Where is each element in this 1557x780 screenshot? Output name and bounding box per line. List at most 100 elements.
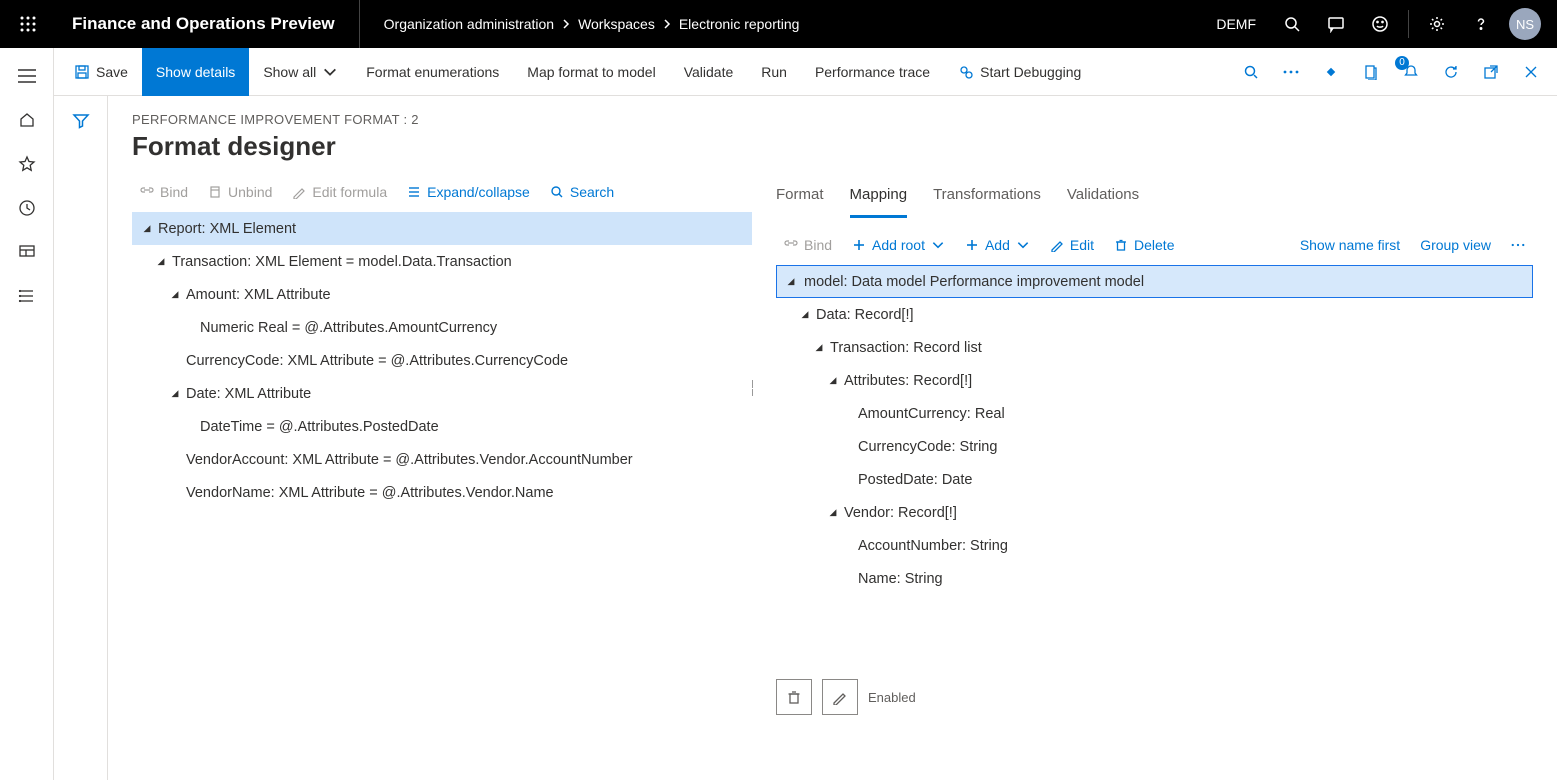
- breadcrumb-item[interactable]: Organization administration: [384, 16, 554, 32]
- chevron-right-icon: [560, 18, 572, 30]
- edit-bottom-button[interactable]: [822, 679, 858, 715]
- tree-row[interactable]: ◢Attributes: Record[!]: [776, 364, 1533, 397]
- tab-mapping[interactable]: Mapping: [850, 180, 908, 218]
- tree-row[interactable]: CurrencyCode: XML Attribute = @.Attribut…: [132, 344, 752, 377]
- main-area: Save Show details Show all Format enumer…: [54, 48, 1557, 780]
- hamburger-icon[interactable]: [3, 56, 51, 96]
- expand-icon[interactable]: ◢: [166, 388, 184, 399]
- breadcrumb: Organization administration Workspaces E…: [360, 16, 1205, 32]
- help-icon[interactable]: [1461, 0, 1501, 48]
- expand-icon[interactable]: ◢: [166, 289, 184, 300]
- notifications-icon[interactable]: 0: [1391, 52, 1431, 92]
- expand-collapse-button[interactable]: Expand/collapse: [399, 180, 538, 204]
- show-details-button[interactable]: Show details: [142, 48, 249, 96]
- tree-row[interactable]: ◢Report: XML Element: [132, 212, 752, 245]
- tree-row[interactable]: ◢Data: Record[!]: [776, 298, 1533, 331]
- breadcrumb-item[interactable]: Electronic reporting: [679, 16, 800, 32]
- expand-icon[interactable]: ◢: [824, 507, 842, 518]
- edit-button[interactable]: Edit: [1042, 233, 1102, 257]
- tree-label: Amount: XML Attribute: [184, 287, 331, 303]
- delete-bottom-button[interactable]: [776, 679, 812, 715]
- recent-icon[interactable]: [3, 188, 51, 228]
- tree-label: AmountCurrency: Real: [856, 406, 1005, 422]
- app-launcher-icon[interactable]: [8, 0, 48, 48]
- format-enum-label: Format enumerations: [366, 64, 499, 80]
- expand-icon[interactable]: ◢: [782, 276, 800, 287]
- start-debug-label: Start Debugging: [980, 64, 1081, 80]
- tree-row[interactable]: Numeric Real = @.Attributes.AmountCurren…: [132, 311, 752, 344]
- tree-row[interactable]: ◢Transaction: XML Element = model.Data.T…: [132, 245, 752, 278]
- tree-row[interactable]: Name: String: [776, 562, 1533, 595]
- modules-icon[interactable]: [3, 276, 51, 316]
- smiley-icon[interactable]: [1360, 0, 1400, 48]
- save-button[interactable]: Save: [60, 48, 142, 96]
- mapping-tree[interactable]: ◢model: Data model Performance improveme…: [776, 265, 1533, 595]
- add-button[interactable]: Add: [957, 233, 1038, 257]
- tree-row[interactable]: ◢Date: XML Attribute: [132, 377, 752, 410]
- avatar[interactable]: NS: [1509, 8, 1541, 40]
- tree-row[interactable]: PostedDate: Date: [776, 463, 1533, 496]
- show-all-label: Show all: [263, 64, 316, 80]
- expand-icon[interactable]: ◢: [810, 342, 828, 353]
- map-format-label: Map format to model: [527, 64, 655, 80]
- search-icon[interactable]: [1272, 0, 1312, 48]
- page-crumb: PERFORMANCE IMPROVEMENT FORMAT : 2: [132, 112, 1533, 127]
- chat-icon[interactable]: [1316, 0, 1356, 48]
- attachment-icon[interactable]: [1351, 52, 1391, 92]
- run-button[interactable]: Run: [747, 48, 801, 96]
- tree-row[interactable]: ◢Amount: XML Attribute: [132, 278, 752, 311]
- close-icon[interactable]: [1511, 52, 1551, 92]
- workspace-icon[interactable]: [3, 232, 51, 272]
- tree-row[interactable]: VendorName: XML Attribute = @.Attributes…: [132, 476, 752, 509]
- expand-icon[interactable]: ◢: [824, 375, 842, 386]
- more-icon[interactable]: [1271, 52, 1311, 92]
- tree-row[interactable]: CurrencyCode: String: [776, 430, 1533, 463]
- mapping-pane: Format Mapping Transformations Validatio…: [752, 180, 1533, 715]
- map-format-button[interactable]: Map format to model: [513, 48, 669, 96]
- add-root-button[interactable]: Add root: [844, 233, 953, 257]
- tree-label: model: Data model Performance improvemen…: [800, 272, 1148, 292]
- tree-row[interactable]: ◢Vendor: Record[!]: [776, 496, 1533, 529]
- tree-row[interactable]: ◢Transaction: Record list: [776, 331, 1533, 364]
- tab-validations[interactable]: Validations: [1067, 180, 1139, 218]
- tree-label: Attributes: Record[!]: [842, 373, 972, 389]
- show-all-button[interactable]: Show all: [249, 48, 352, 96]
- gear-icon[interactable]: [1417, 0, 1457, 48]
- search-toolbar-icon[interactable]: [1231, 52, 1271, 92]
- tree-label: PostedDate: Date: [856, 472, 972, 488]
- bind-button-right: Bind: [776, 233, 840, 257]
- search-button[interactable]: Search: [542, 180, 622, 204]
- tab-transformations[interactable]: Transformations: [933, 180, 1041, 218]
- tab-format[interactable]: Format: [776, 180, 824, 218]
- format-tree[interactable]: ◢Report: XML Element◢Transaction: XML El…: [132, 212, 752, 509]
- start-debugging-button[interactable]: Start Debugging: [944, 48, 1095, 96]
- split-handle[interactable]: [752, 380, 756, 396]
- more-right-icon[interactable]: [1503, 234, 1533, 256]
- validate-button[interactable]: Validate: [670, 48, 748, 96]
- notification-badge: 0: [1395, 56, 1409, 70]
- star-icon[interactable]: [3, 144, 51, 184]
- format-enumerations-button[interactable]: Format enumerations: [352, 48, 513, 96]
- filter-icon[interactable]: [72, 112, 90, 780]
- group-view-button[interactable]: Group view: [1412, 233, 1499, 257]
- company-label[interactable]: DEMF: [1204, 16, 1268, 32]
- expand-icon[interactable]: ◢: [138, 223, 156, 234]
- refresh-icon[interactable]: [1431, 52, 1471, 92]
- tree-row[interactable]: DateTime = @.Attributes.PostedDate: [132, 410, 752, 443]
- performance-trace-button[interactable]: Performance trace: [801, 48, 944, 96]
- delete-button[interactable]: Delete: [1106, 233, 1182, 257]
- tree-row[interactable]: AccountNumber: String: [776, 529, 1533, 562]
- tree-row[interactable]: AmountCurrency: Real: [776, 397, 1533, 430]
- expand-icon[interactable]: ◢: [152, 256, 170, 267]
- tree-row[interactable]: ◢model: Data model Performance improveme…: [776, 265, 1533, 298]
- tree-row[interactable]: VendorAccount: XML Attribute = @.Attribu…: [132, 443, 752, 476]
- tree-label: CurrencyCode: String: [856, 439, 997, 455]
- tree-label: Name: String: [856, 571, 943, 587]
- breadcrumb-item[interactable]: Workspaces: [578, 16, 655, 32]
- tree-label: Date: XML Attribute: [184, 386, 311, 402]
- show-name-first-button[interactable]: Show name first: [1292, 233, 1408, 257]
- diamond-icon[interactable]: [1311, 52, 1351, 92]
- home-icon[interactable]: [3, 100, 51, 140]
- popout-icon[interactable]: [1471, 52, 1511, 92]
- expand-icon[interactable]: ◢: [796, 309, 814, 320]
